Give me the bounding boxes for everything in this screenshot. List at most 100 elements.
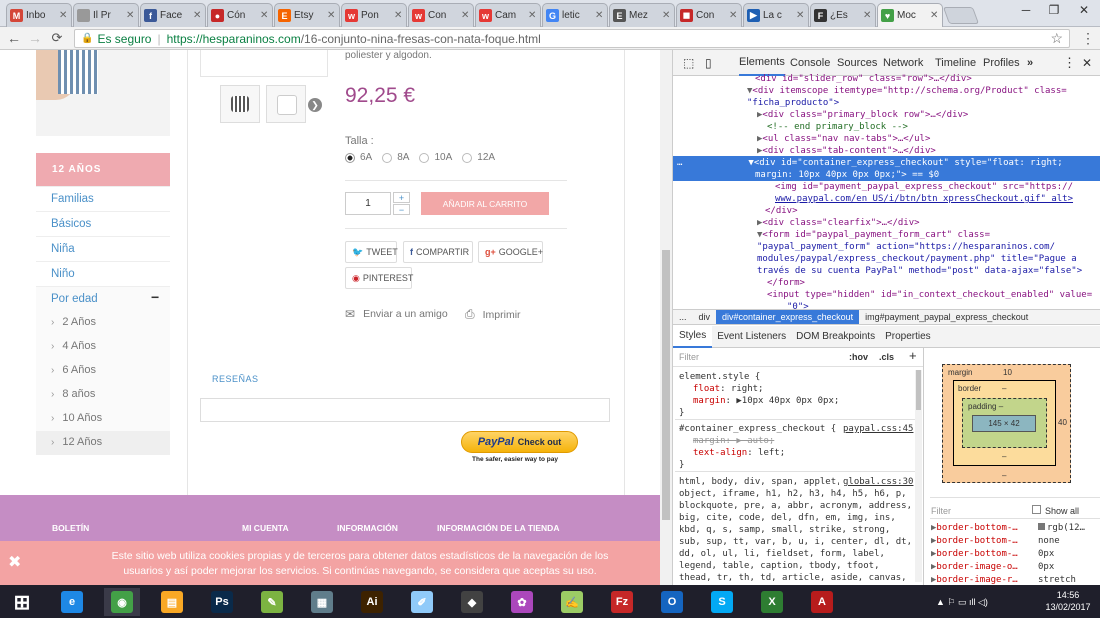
browser-tab[interactable]: ♥ Moc ✕: [877, 3, 943, 27]
dom-line[interactable]: ▶<div class="clearfix">…</div>: [673, 217, 1100, 229]
sidebar-age-2[interactable]: › 2 Años: [36, 311, 170, 335]
tab-close-icon[interactable]: ✕: [126, 10, 135, 21]
dom-line[interactable]: través de su cuenta PayPal" method="post…: [673, 265, 1100, 277]
new-tab-button[interactable]: [942, 7, 980, 24]
dom-line[interactable]: </form>: [673, 277, 1100, 289]
google-plus-button[interactable]: g+ GOOGLE+: [478, 241, 543, 263]
browser-tab[interactable]: w Pon ✕: [341, 3, 407, 27]
browser-tab[interactable]: Gletic ✕: [542, 3, 608, 27]
vector-app-icon[interactable]: ✎: [254, 588, 290, 616]
subtab-styles[interactable]: Styles: [673, 325, 713, 348]
pinterest-button[interactable]: ◉ PINTEREST: [345, 267, 413, 289]
dom-line[interactable]: www.paypal.com/en_US/i/btn/btn_xpressChe…: [673, 193, 1100, 205]
window-close-icon[interactable]: ✕: [1070, 0, 1098, 20]
browser-tab[interactable]: f Face ✕: [140, 3, 206, 27]
url-bar[interactable]: 🔒 Es seguro | https://hesparaninos.com /…: [74, 29, 1070, 48]
browser-tab[interactable]: ● Cón ✕: [207, 3, 273, 27]
size-radio-12a[interactable]: [462, 152, 473, 163]
tab-close-icon[interactable]: ✕: [595, 10, 604, 21]
dom-line[interactable]: ▶<ul class="nav nav-tabs">…</ul>: [673, 133, 1100, 145]
tweet-button[interactable]: 🐦 TWEET: [345, 241, 398, 263]
outlook-icon[interactable]: O: [654, 588, 690, 616]
paint-icon[interactable]: ✿: [504, 588, 540, 616]
breadcrumb-item-selected[interactable]: div#container_express_checkout: [716, 310, 860, 324]
sidebar-item-nino[interactable]: Niño: [36, 261, 170, 286]
browser-tab[interactable]: w Cam ✕: [475, 3, 541, 27]
size-radio-8a[interactable]: [382, 152, 393, 163]
computed-filter-input[interactable]: Filter: [931, 506, 951, 516]
internet-explorer-icon[interactable]: e: [54, 588, 90, 616]
rule-prop[interactable]: text-align: left;: [679, 447, 785, 459]
dom-line[interactable]: </div>: [673, 205, 1100, 217]
photoshop-icon[interactable]: Ps: [204, 588, 240, 616]
browser-tab[interactable]: Il Pr ✕: [73, 3, 139, 27]
tab-close-icon[interactable]: ✕: [528, 10, 537, 21]
browser-menu-icon[interactable]: ⋮: [1079, 29, 1097, 47]
hov-toggle[interactable]: :hov: [849, 352, 868, 362]
browser-tab[interactable]: E Etsy ✕: [274, 3, 340, 27]
rule-source-link[interactable]: paypal.css:45: [843, 423, 913, 435]
reload-icon[interactable]: ⟳: [48, 29, 66, 47]
new-rule-icon[interactable]: +: [909, 348, 917, 363]
tab-resenas[interactable]: RESEÑAS: [212, 374, 259, 384]
chrome-icon[interactable]: ◉: [104, 588, 140, 616]
thumbnail-next-icon[interactable]: ❯: [308, 98, 322, 112]
share-button[interactable]: f COMPARTIR: [403, 241, 473, 263]
excel-icon[interactable]: X: [754, 588, 790, 616]
file-explorer-icon[interactable]: ▤: [154, 588, 190, 616]
filezilla-icon[interactable]: Fz: [604, 588, 640, 616]
tab-close-icon[interactable]: ✕: [796, 10, 805, 21]
cookie-close-icon[interactable]: ✖: [8, 552, 21, 572]
notepad-plus-icon[interactable]: ✍: [554, 588, 590, 616]
bookmark-star-icon[interactable]: ☆: [1050, 30, 1063, 47]
illustrator-icon[interactable]: Ai: [354, 588, 390, 616]
collapse-icon[interactable]: −: [151, 289, 159, 305]
breadcrumb-item[interactable]: img#payment_paypal_express_checkout: [859, 312, 1034, 322]
rule-prop[interactable]: float: right;: [679, 383, 763, 395]
system-tray-icons[interactable]: ▲ ⚐ ▭ ıll ◁): [936, 597, 988, 608]
tab-close-icon[interactable]: ✕: [260, 10, 269, 21]
styles-scrollbar-thumb[interactable]: [916, 370, 921, 410]
computed-row[interactable]: ▶border-image-r…: [931, 574, 1018, 585]
sidebar-age-8[interactable]: › 8 años: [36, 383, 170, 407]
forward-icon[interactable]: →: [26, 29, 44, 47]
browser-tab[interactable]: ▶ La c ✕: [743, 3, 809, 27]
browser-tab[interactable]: F ¿Es ✕: [810, 3, 876, 27]
quantity-input[interactable]: 1: [345, 192, 391, 215]
acrobat-icon[interactable]: A: [804, 588, 840, 616]
skype-icon[interactable]: S: [704, 588, 740, 616]
breadcrumb-item[interactable]: ...: [673, 312, 693, 322]
browser-tab[interactable]: ◼ Con ✕: [676, 3, 742, 27]
dom-line-selected[interactable]: margin: 10px 40px 0px 0px;"> == $0: [673, 169, 1100, 181]
sidebar-item-familias[interactable]: Familias: [36, 186, 170, 211]
dom-line[interactable]: ▼<div itemscope itemtype="http://schema.…: [673, 85, 1100, 97]
quantity-minus-button[interactable]: −: [393, 204, 410, 215]
sidebar-age-12[interactable]: › 12 Años: [36, 431, 170, 455]
print-link[interactable]: ⎙ Imprimir: [465, 307, 521, 322]
tab-close-icon[interactable]: ✕: [59, 10, 68, 21]
subtab-dom-breakpoints[interactable]: DOM Breakpoints: [791, 331, 880, 342]
sidebar-item-basicos[interactable]: Básicos: [36, 211, 170, 236]
subtab-event-listeners[interactable]: Event Listeners: [712, 331, 791, 342]
computed-row[interactable]: ▶border-bottom-…: [931, 535, 1018, 547]
dom-line[interactable]: <!-- end primary_block -->: [673, 121, 1100, 133]
paypal-checkout-button[interactable]: PayPal Check out: [461, 431, 578, 453]
size-radio-10a[interactable]: [419, 152, 430, 163]
dom-line[interactable]: modules/paypal/express_checkout/payment.…: [673, 253, 1100, 265]
tab-close-icon[interactable]: ✕: [863, 10, 872, 21]
back-icon[interactable]: ←: [5, 29, 23, 47]
styles-splitter[interactable]: [923, 348, 924, 585]
add-to-cart-button[interactable]: AÑADIR AL CARRITO: [421, 192, 549, 215]
tab-close-icon[interactable]: ✕: [729, 10, 738, 21]
calculator-icon[interactable]: ▦: [304, 588, 340, 616]
sidebar-age-6[interactable]: › 6 Años: [36, 359, 170, 383]
sidebar-item-nina[interactable]: Niña: [36, 236, 170, 261]
rule-prop-overridden[interactable]: margin: ▶ auto;: [679, 435, 774, 447]
product-thumbnail-large[interactable]: [36, 50, 170, 136]
quantity-plus-button[interactable]: +: [393, 192, 410, 203]
dom-line[interactable]: <input type="hidden" id="in_context_chec…: [673, 289, 1100, 301]
dom-line[interactable]: "paypal_payment_form" action="https://he…: [673, 241, 1100, 253]
tab-close-icon[interactable]: ✕: [394, 10, 403, 21]
notepad-icon[interactable]: ✐: [404, 588, 440, 616]
rule-prop[interactable]: margin: ▶10px 40px 0px 0px;: [679, 395, 839, 407]
